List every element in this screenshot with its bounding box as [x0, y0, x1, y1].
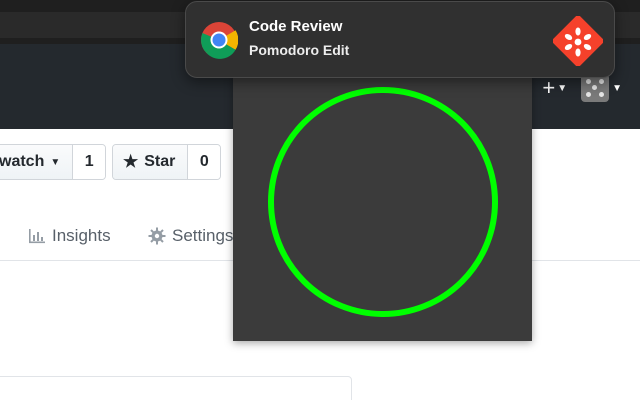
tab-settings-label: Settings [172, 226, 234, 245]
star-button-group: ★ Star 0 [112, 144, 222, 180]
chevron-down-icon: ▼ [50, 156, 61, 168]
timer-ring[interactable] [267, 86, 499, 318]
star-icon: ★ [123, 152, 139, 171]
watch-button-group: watch ▼ 1 [0, 144, 107, 180]
tab-settings[interactable]: Settings [148, 226, 233, 246]
gear-icon [148, 227, 166, 245]
system-notification[interactable]: Code Review Pomodoro Edit [185, 1, 615, 78]
chevron-down-icon: ▼ [557, 83, 568, 94]
repo-summary-box [0, 376, 352, 400]
tab-insights[interactable]: Insights [28, 226, 111, 246]
watch-button[interactable]: watch ▼ [0, 145, 74, 179]
graph-icon [29, 229, 45, 244]
watch-label: watch [0, 153, 45, 170]
tomato-flower-icon [553, 16, 603, 66]
notification-subtitle: Pomodoro Edit [249, 42, 350, 58]
star-label: Star [144, 153, 176, 170]
star-button[interactable]: ★ Star [113, 145, 189, 179]
user-menu-button[interactable]: ▼ [581, 74, 622, 102]
tab-insights-label: Insights [52, 226, 111, 245]
pomodoro-popup [233, 74, 532, 341]
star-count[interactable]: 0 [188, 145, 221, 179]
watch-count[interactable]: 1 [73, 145, 106, 179]
chrome-icon [200, 22, 238, 59]
plus-icon: + [542, 75, 556, 100]
chevron-down-icon: ▼ [612, 83, 622, 94]
header-actions: + ▼ ▼ [542, 74, 622, 102]
avatar[interactable] [581, 74, 610, 102]
new-menu-button[interactable]: + ▼ [542, 77, 567, 99]
notification-title: Code Review [249, 18, 343, 35]
